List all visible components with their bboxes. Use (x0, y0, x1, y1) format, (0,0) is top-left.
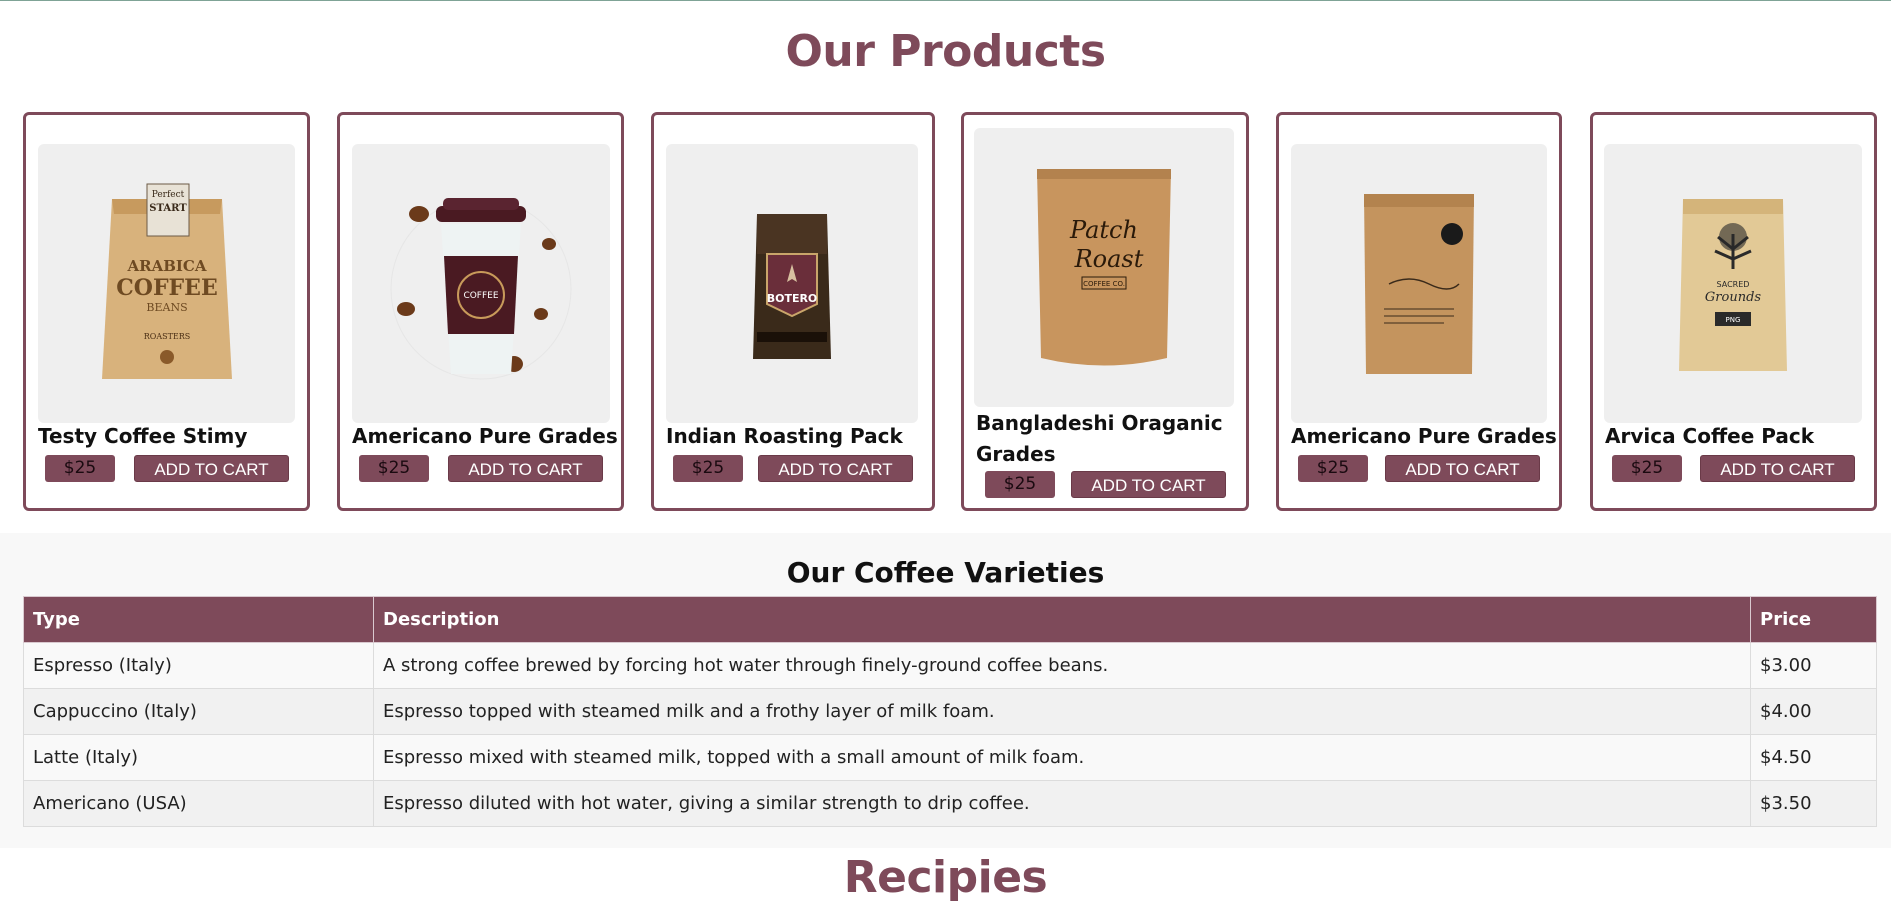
price-badge: $25 (673, 455, 743, 482)
svg-text:BOTERO: BOTERO (767, 292, 818, 305)
product-image[interactable]: BOTERO (666, 144, 918, 423)
column-header-type: Type (23, 596, 374, 643)
product-name: Americano Pure Grades (352, 424, 618, 448)
table-header-row: Type Description Price (23, 596, 1877, 643)
column-header-description: Description (373, 596, 1751, 643)
product-card: Patch Roast COFFEE CO. Bangladeshi Oraga… (961, 112, 1249, 511)
svg-text:Perfect: Perfect (151, 190, 184, 200)
top-divider (0, 0, 1891, 1)
svg-text:BEANS: BEANS (146, 301, 187, 314)
svg-text:COFFEE: COFFEE (116, 275, 217, 301)
product-card: Americano Pure Grades $25 ADD TO CART (1276, 112, 1562, 511)
svg-text:Roast: Roast (1074, 245, 1144, 273)
product-name: Bangladeshi Oraganic Grades (976, 411, 1223, 466)
table-row: Americano (USA) Espresso diluted with ho… (23, 780, 1877, 827)
table-row: Espresso (Italy) A strong coffee brewed … (23, 642, 1877, 689)
add-to-cart-button[interactable]: ADD TO CART (758, 455, 913, 482)
add-to-cart-button[interactable]: ADD TO CART (1071, 471, 1226, 498)
product-name: Americano Pure Grades (1291, 424, 1557, 448)
kraft-coffee-bag-image (1364, 193, 1474, 374)
column-header-price: Price (1750, 596, 1877, 643)
product-card: SACRED Grounds PNG Arvica Coffee Pack $2… (1590, 112, 1877, 511)
price-badge: $25 (985, 471, 1055, 498)
svg-text:Grounds: Grounds (1705, 290, 1761, 305)
cell-price: $4.50 (1750, 734, 1877, 781)
product-card: Perfect START ARABICA COFFEE BEANS ROAST… (23, 112, 310, 511)
svg-text:SACRED: SACRED (1717, 280, 1750, 289)
svg-text:COFFEE CO.: COFFEE CO. (1083, 280, 1125, 288)
add-to-cart-button[interactable]: ADD TO CART (448, 455, 603, 482)
product-image[interactable]: Patch Roast COFFEE CO. (974, 128, 1234, 407)
product-name: Arvica Coffee Pack (1605, 424, 1815, 448)
recipes-heading: Recipies (843, 852, 1048, 903)
table-row: Cappuccino (Italy) Espresso topped with … (23, 688, 1877, 735)
product-image[interactable] (1291, 144, 1547, 423)
product-image[interactable]: Perfect START ARABICA COFFEE BEANS ROAST… (38, 144, 295, 423)
patch-roast-bag-image: Patch Roast COFFEE CO. (1037, 168, 1171, 365)
cell-description: Espresso mixed with steamed milk, topped… (373, 734, 1751, 781)
cell-type: Espresso (Italy) (23, 642, 374, 689)
cell-type: Americano (USA) (23, 780, 374, 827)
svg-text:COFFEE: COFFEE (463, 291, 498, 301)
product-image[interactable]: SACRED Grounds PNG (1604, 144, 1862, 423)
product-name: Testy Coffee Stimy (38, 424, 248, 448)
cell-description: A strong coffee brewed by forcing hot wa… (373, 642, 1751, 689)
add-to-cart-button[interactable]: ADD TO CART (1700, 455, 1855, 482)
add-to-cart-button[interactable]: ADD TO CART (1385, 455, 1540, 482)
varieties-table: Type Description Price Espresso (Italy) … (23, 596, 1877, 827)
add-to-cart-button[interactable]: ADD TO CART (134, 455, 289, 482)
varieties-heading: Our Coffee Varieties (786, 556, 1105, 589)
cell-description: Espresso topped with steamed milk and a … (373, 688, 1751, 735)
svg-text:START: START (149, 203, 187, 214)
svg-text:Patch: Patch (1069, 216, 1138, 244)
svg-text:PNG: PNG (1726, 316, 1741, 324)
svg-text:ROASTERS: ROASTERS (143, 332, 190, 341)
product-card: BOTERO Indian Roasting Pack $25 ADD TO C… (651, 112, 935, 511)
price-badge: $25 (1612, 455, 1682, 482)
arabica-coffee-bag-image: Perfect START ARABICA COFFEE BEANS ROAST… (101, 183, 232, 379)
table-row: Latte (Italy) Espresso mixed with steame… (23, 734, 1877, 781)
product-card: COFFEE Americano Pure Grades $25 ADD TO … (337, 112, 624, 511)
cell-description: Espresso diluted with hot water, giving … (373, 780, 1751, 827)
coffee-cup-image: COFFEE (390, 197, 572, 379)
price-badge: $25 (45, 455, 115, 482)
cell-price: $3.00 (1750, 642, 1877, 689)
sacred-grounds-bag-image: SACRED Grounds PNG (1679, 198, 1787, 371)
products-heading: Our Products (785, 26, 1106, 77)
product-name: Indian Roasting Pack (666, 424, 903, 448)
price-badge: $25 (1298, 455, 1368, 482)
svg-text:ARABICA: ARABICA (126, 257, 206, 275)
product-image[interactable]: COFFEE (352, 144, 610, 423)
cell-price: $4.00 (1750, 688, 1877, 735)
botero-coffee-bag-image: BOTERO (753, 213, 831, 359)
price-badge: $25 (359, 455, 429, 482)
cell-type: Cappuccino (Italy) (23, 688, 374, 735)
cell-type: Latte (Italy) (23, 734, 374, 781)
cell-price: $3.50 (1750, 780, 1877, 827)
